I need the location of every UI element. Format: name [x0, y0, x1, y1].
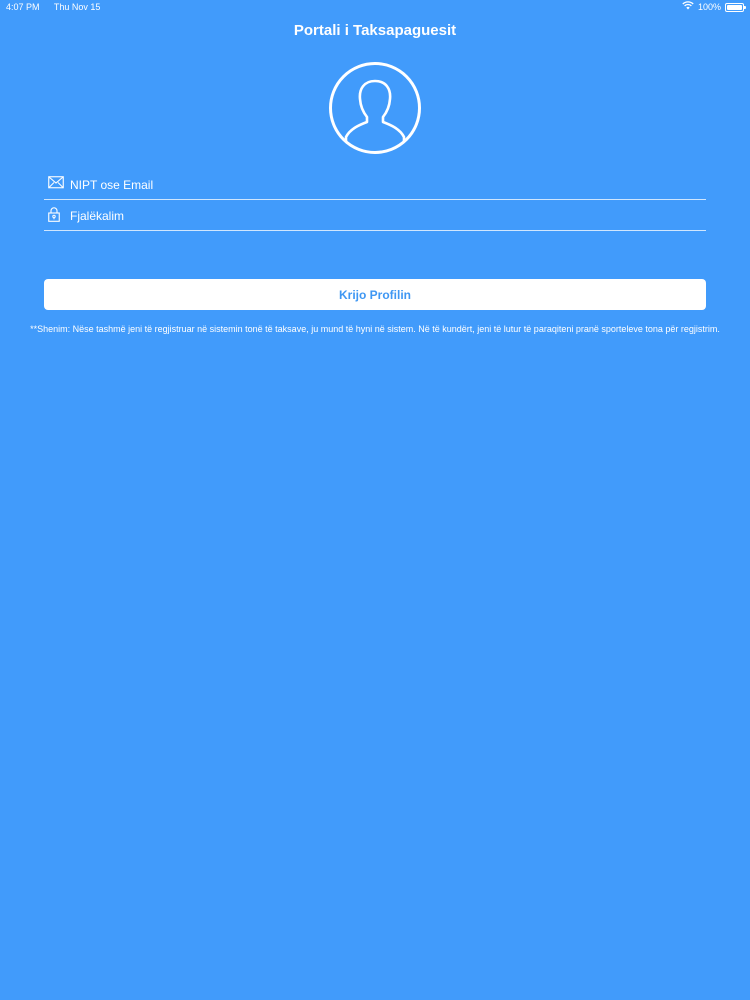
email-placeholder: NIPT ose Email: [70, 178, 154, 192]
status-left: 4:07 PM Thu Nov 15: [6, 0, 112, 14]
wifi-icon: [682, 0, 694, 14]
status-right: 100%: [682, 0, 746, 14]
create-profile-button[interactable]: Krijo Profilin: [44, 279, 706, 310]
status-date: Thu Nov 15: [53, 2, 101, 12]
page-title: Portali i Taksapaguesit: [293, 22, 457, 39]
envelope-icon: [48, 176, 64, 190]
password-field[interactable]: Fjalëkalim: [44, 205, 706, 231]
status-time: 4:07 PM: [6, 2, 40, 12]
registration-note: **Shenim: Nëse tashmë jeni të regjistrua…: [30, 324, 720, 334]
password-placeholder: Fjalëkalim: [70, 209, 125, 223]
battery-fill: [727, 4, 742, 10]
user-silhouette-icon: [328, 61, 422, 155]
email-field[interactable]: NIPT ose Email: [44, 174, 706, 200]
battery-icon: [725, 2, 746, 12]
lock-icon: [48, 207, 64, 222]
status-bar: 4:07 PM Thu Nov 15 100%: [0, 0, 750, 14]
battery-percent: 100%: [697, 2, 721, 12]
